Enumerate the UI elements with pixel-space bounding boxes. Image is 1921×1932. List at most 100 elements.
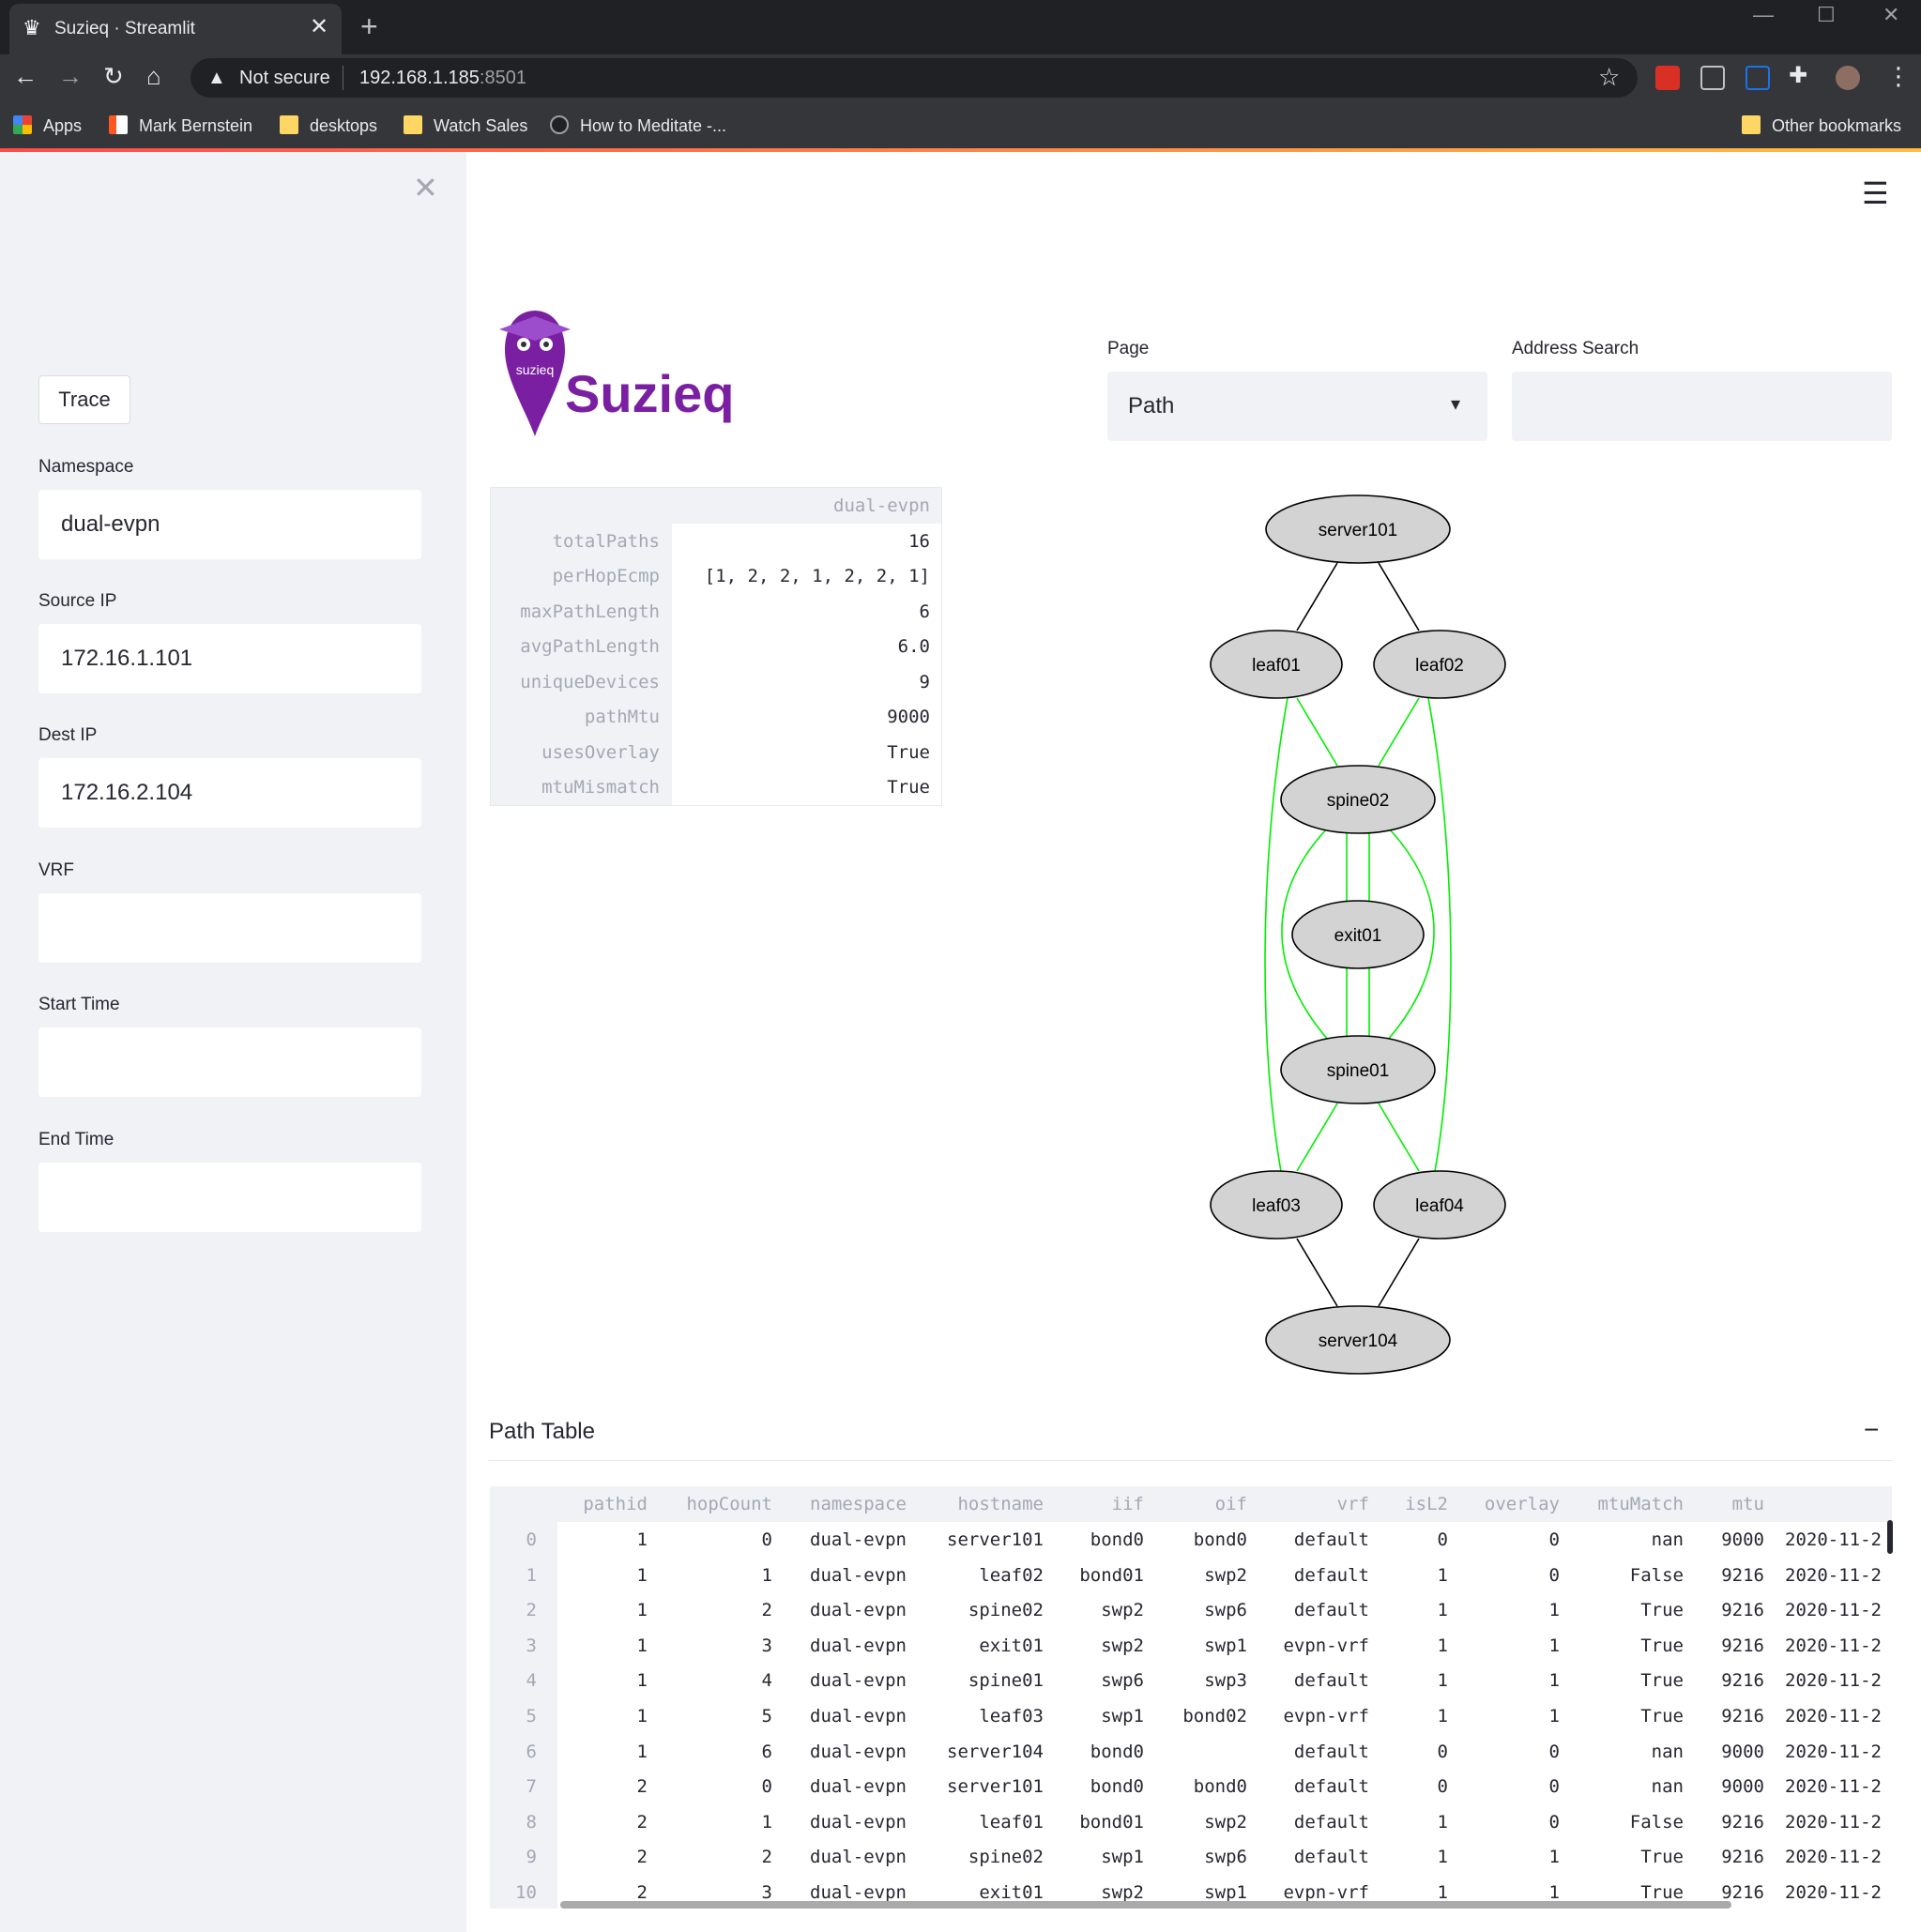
back-icon[interactable]: ← (13, 62, 38, 90)
graph-node-label: server104 (1319, 1331, 1398, 1351)
bookmark-watch-sales[interactable]: Watch Sales (404, 114, 527, 137)
pocket-icon[interactable] (1700, 66, 1725, 90)
trace-button[interactable]: Trace (38, 375, 130, 424)
vrf-input[interactable] (38, 893, 421, 963)
table-cell: 1 (636, 1564, 648, 1586)
summary-key: pathMtu (584, 707, 660, 727)
table-cell: dual-evpn (810, 1600, 907, 1621)
column-header-namespace[interactable]: namespace (810, 1494, 907, 1514)
home-icon[interactable]: ⌂ (146, 62, 161, 90)
profile-avatar[interactable] (1836, 66, 1860, 90)
source-ip-label: Source IP (38, 591, 117, 611)
bookmark-mark-bernstein[interactable]: Mark Bernstein (109, 114, 252, 137)
table-cell: server101 (947, 1776, 1044, 1798)
summary-value: True (887, 777, 930, 798)
maximize-icon[interactable]: ☐ (1817, 4, 1836, 26)
column-header-hostname[interactable]: hostname (957, 1494, 1044, 1514)
table-cell: nan (1651, 1741, 1684, 1762)
table-horizontal-scrollbar[interactable] (560, 1901, 1731, 1909)
table-cell: evpn-vrf (1283, 1882, 1369, 1903)
bookmark-desktops[interactable]: desktops (280, 114, 377, 137)
column-header-hopcount[interactable]: hopCount (686, 1494, 772, 1514)
close-window-icon[interactable]: ✕ (1883, 4, 1899, 26)
close-tab-icon[interactable]: ✕ (310, 15, 328, 39)
table-cell: swp6 (1101, 1670, 1144, 1692)
address-bar[interactable]: ▲ Not secure 192.168.1.185:8501 ☆ (191, 58, 1638, 98)
bookmark-label: Other bookmarks (1772, 116, 1902, 135)
row-index: 5 (526, 1706, 537, 1727)
table-vertical-scrollbar[interactable] (1887, 1520, 1893, 1554)
table-cell: swp1 (1204, 1635, 1247, 1656)
table-cell: 0 (1548, 1741, 1560, 1762)
path-table[interactable]: pathid hopCount namespace hostname iif oif vrf… (490, 1486, 1892, 1909)
source-ip-input[interactable]: 172.16.1.101 (38, 624, 421, 693)
column-header-isl2[interactable]: isL2 (1405, 1494, 1448, 1514)
forward-icon[interactable]: → (58, 62, 83, 90)
column-header-oif[interactable]: oif (1215, 1494, 1247, 1514)
column-header-pathid[interactable]: pathid (583, 1494, 648, 1514)
extension-square-icon[interactable] (1746, 66, 1770, 90)
table-cell-timestamp: 2020-11-2 (1785, 1882, 1882, 1903)
graph-edge (1378, 562, 1420, 631)
start-time-input[interactable] (38, 1027, 421, 1097)
new-tab-icon[interactable]: + (360, 11, 378, 41)
table-cell: swp1 (1101, 1706, 1144, 1727)
table-cell: 9216 (1721, 1811, 1764, 1833)
table-cell: server104 (947, 1741, 1044, 1762)
table-cell: spine02 (968, 1600, 1044, 1621)
table-cell: 2 (636, 1847, 648, 1868)
bookmark-how-to-meditate[interactable]: How to Meditate -... (550, 114, 726, 137)
column-header-mtu[interactable]: mtu (1732, 1494, 1764, 1514)
extensions-puzzle-icon[interactable]: ✚ (1789, 62, 1807, 90)
bookmark-apps[interactable]: Apps (13, 114, 82, 137)
caret-down-icon: ▾ (1451, 394, 1461, 415)
summary-value: True (887, 742, 930, 763)
table-cell: 2 (636, 1776, 648, 1798)
browser-menu-icon[interactable]: ⋮ (1886, 62, 1911, 90)
lastpass-icon[interactable] (1655, 66, 1680, 90)
minus-icon[interactable]: − (1864, 1417, 1879, 1443)
folder-icon (280, 115, 298, 134)
graph-edge (1378, 1103, 1420, 1172)
table-cell: leaf03 (979, 1706, 1044, 1727)
table-cell: 0 (1548, 1776, 1560, 1798)
column-header-vrf[interactable]: vrf (1337, 1494, 1369, 1514)
dest-ip-input[interactable]: 172.16.2.104 (38, 758, 421, 828)
namespace-input[interactable]: dual-evpn (38, 490, 421, 559)
table-cell: dual-evpn (810, 1847, 907, 1868)
table-cell: 2 (636, 1882, 648, 1903)
other-bookmarks[interactable]: Other bookmarks (1742, 114, 1901, 137)
table-cell: bond01 (1079, 1564, 1144, 1586)
bookmark-star-icon[interactable]: ☆ (1598, 64, 1620, 90)
graph-node-label: exit01 (1334, 926, 1382, 946)
path-graph: server101 leaf01 leaf02 spine02 exit01 s… (1210, 494, 1506, 1375)
table-cell: default (1293, 1776, 1369, 1798)
streamlit-crown-icon: ♛ (23, 16, 41, 39)
hamburger-menu-icon[interactable]: ☰ (1862, 178, 1889, 208)
table-cell: dual-evpn (810, 1564, 907, 1586)
close-sidebar-icon[interactable]: ✕ (413, 173, 438, 203)
table-cell: nan (1651, 1776, 1684, 1798)
table-cell-timestamp: 2020-11-2 (1785, 1741, 1882, 1762)
bookmark-label: desktops (310, 116, 378, 135)
table-cell: default (1293, 1847, 1369, 1868)
row-index: 7 (526, 1776, 537, 1798)
graph-node-label: leaf02 (1415, 656, 1464, 676)
page-select[interactable]: Path ▾ (1107, 372, 1487, 441)
table-cell: 2 (761, 1600, 772, 1621)
column-header-iif[interactable]: iif (1112, 1494, 1144, 1514)
graph-edge (1378, 1238, 1420, 1307)
minimize-icon[interactable]: — (1753, 4, 1774, 26)
start-time-label: Start Time (38, 995, 120, 1014)
table-row: 3 1 3 dual-evpn exit01 swp2 swp1 evpn-vrf 1 1 True… (490, 1628, 1892, 1664)
table-cell: bond02 (1182, 1706, 1247, 1727)
reload-icon[interactable]: ↻ (103, 62, 124, 90)
address-search-input[interactable] (1512, 372, 1892, 441)
browser-tab[interactable]: ♛ Suzieq · Streamlit ✕ (9, 4, 342, 54)
table-cell-timestamp: 2020-11-2 (1785, 1811, 1882, 1833)
table-cell: 1 (636, 1741, 648, 1762)
end-time-input[interactable] (38, 1163, 421, 1232)
table-cell-timestamp: 2020-11-2 (1785, 1635, 1882, 1656)
column-header-overlay[interactable]: overlay (1485, 1494, 1560, 1514)
column-header-mtumatch[interactable]: mtuMatch (1597, 1494, 1684, 1514)
